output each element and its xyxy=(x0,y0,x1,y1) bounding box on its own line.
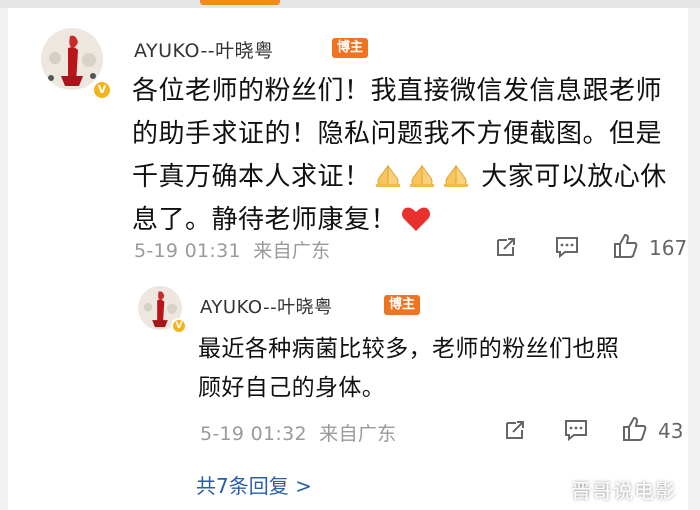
comment-icon[interactable] xyxy=(554,235,580,259)
reply-like-icon[interactable] xyxy=(621,415,649,443)
reply-like-count: 43 xyxy=(658,419,684,443)
username[interactable]: AYUKO--叶晓粤 xyxy=(134,36,274,63)
verified-icon: V xyxy=(92,80,112,100)
view-replies-link[interactable]: 共7条回复 > xyxy=(196,470,312,499)
like-count: 167 xyxy=(649,236,688,260)
reply-line-2: 顾好自己的身体。 xyxy=(198,375,386,401)
comment-time: 5-19 01:31 xyxy=(134,240,241,262)
watermark: 晋哥说电影 xyxy=(571,479,676,503)
comment-line-1: 各位老师的粉丝们！我直接微信发信息跟老师 xyxy=(132,76,663,106)
like-icon[interactable] xyxy=(612,232,640,260)
comment-meta: 5-19 01:31 来自广东 xyxy=(134,236,330,263)
reply-blogger-badge: 博主 xyxy=(384,295,421,315)
reply-share-icon[interactable] xyxy=(503,418,527,442)
reply-username[interactable]: AYUKO--叶晓粤 xyxy=(200,293,333,319)
share-icon[interactable] xyxy=(494,235,518,259)
reply-comment-icon[interactable] xyxy=(563,418,589,442)
comment-card: V AYUKO--叶晓粤 博主 各位老师的粉丝们！我直接微信发信息跟老师 的助手… xyxy=(8,8,688,510)
reply-time: 5-19 01:32 xyxy=(200,423,307,445)
reply-verified-icon: V xyxy=(171,318,187,334)
comment-line-4-text: 息了。静待老师康复！ xyxy=(132,205,398,235)
comment-line-3b: 大家可以放心休 xyxy=(481,162,667,192)
scroll-indicator xyxy=(200,0,280,5)
blogger-badge: 博主 xyxy=(332,38,369,58)
avatar-image xyxy=(41,28,103,90)
reply-location: 来自广东 xyxy=(319,423,397,445)
comment-line-3a: 千真万确本人求证！ xyxy=(132,162,371,192)
pray-emoji-icon xyxy=(409,164,434,187)
comment-line-3: 千真万确本人求证！ 大家可以放心休 xyxy=(132,156,682,199)
reply-line-1: 最近各种病菌比较多，老师的粉丝们也照 xyxy=(198,336,620,362)
comment-line-2: 的助手求证的！隐私问题我不方便截图。但是 xyxy=(132,119,663,149)
reply-text: 最近各种病菌比较多，老师的粉丝们也照 顾好自己的身体。 xyxy=(198,330,678,408)
pray-emoji-icon xyxy=(375,164,400,187)
comment-location: 来自广东 xyxy=(253,240,331,262)
comment-text: 各位老师的粉丝们！我直接微信发信息跟老师 的助手求证的！隐私问题我不方便截图。但… xyxy=(132,70,682,242)
pray-emoji-icon xyxy=(443,164,468,187)
reply-meta: 5-19 01:32 来自广东 xyxy=(200,419,396,446)
avatar[interactable] xyxy=(41,28,103,90)
heart-emoji-icon xyxy=(402,207,431,231)
top-strip xyxy=(0,0,700,8)
